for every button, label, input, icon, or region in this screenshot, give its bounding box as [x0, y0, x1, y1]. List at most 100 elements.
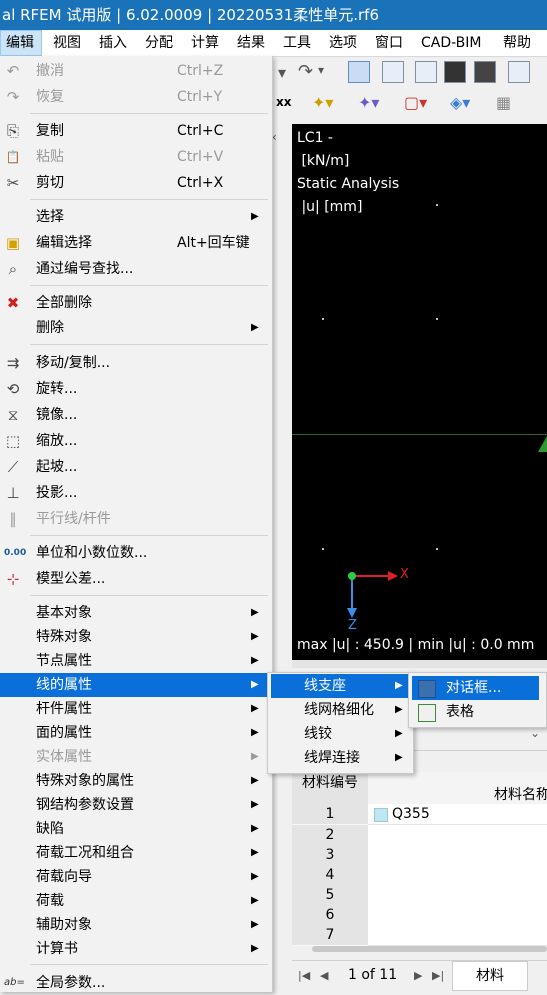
menu-item-basic-objects[interactable]: 基本对象 ▶: [0, 601, 272, 625]
menu-item-label: 特殊对象的属性: [36, 773, 134, 789]
next-page-icon[interactable]: ▶: [414, 969, 422, 982]
report-icon[interactable]: [508, 61, 530, 83]
menu-item-surface-properties[interactable]: 面的属性 ▶: [0, 721, 272, 745]
list-view-icon[interactable]: [348, 61, 370, 83]
table-row[interactable]: [368, 905, 547, 926]
menu-item-line-properties[interactable]: 线的属性 ▶: [0, 673, 272, 697]
row-header[interactable]: 5: [292, 885, 368, 906]
menu-item-edit-selection[interactable]: ▣ 编辑选择 Alt+回车键: [0, 231, 272, 255]
menu-item-special-object-properties[interactable]: 特殊对象的属性 ▶: [0, 769, 272, 793]
menu-item-guide-objects[interactable]: 辅助对象 ▶: [0, 913, 272, 937]
menu-item-paste[interactable]: 📋 粘贴 Ctrl+V: [0, 145, 272, 169]
menu-item-select[interactable]: 选择 ▶: [0, 205, 272, 229]
menu-item-special-objects[interactable]: 特殊对象 ▶: [0, 625, 272, 649]
prev-page-icon[interactable]: ◀: [320, 969, 328, 982]
grid-dot: [322, 548, 324, 550]
menu-item-rotate[interactable]: ⟲ 旋转...: [0, 377, 272, 401]
menu-item-line-welded-joints[interactable]: 线焊连接 ▶: [271, 746, 410, 770]
frame-view-icon[interactable]: ▢▾: [404, 93, 427, 112]
table-row[interactable]: [368, 925, 547, 946]
redo-arrow-icon[interactable]: ↷: [298, 61, 313, 82]
table-row[interactable]: Q355: [368, 804, 547, 825]
menu-item-steel-settings[interactable]: 钢结构参数设置 ▶: [0, 793, 272, 817]
menu-item-line-mesh-refinement[interactable]: 线网格细化 ▶: [271, 698, 410, 722]
menu-item-line-supports[interactable]: 线支座 ▶: [271, 674, 410, 698]
menu-item-loads[interactable]: 荷载 ▶: [0, 889, 272, 913]
model-viewport[interactable]: LC1 - [kN/m] Static Analysis |u| [mm] X …: [292, 124, 547, 660]
menu-item-parallel-lines[interactable]: ∥ 平行线/杆件: [0, 507, 272, 531]
display-view-icon[interactable]: ✦▾: [358, 93, 379, 112]
menu-item-load-cases[interactable]: 荷载工况和组合 ▶: [0, 841, 272, 865]
menu-item-copy[interactable]: ⎘ 复制 Ctrl+C: [0, 119, 272, 143]
menu-item-label: 线的属性: [36, 677, 92, 693]
menu-item-load-wizard[interactable]: 荷载向导 ▶: [0, 865, 272, 889]
menu-item-units[interactable]: 0.00 单位和小数位数...: [0, 541, 272, 565]
table-row[interactable]: [368, 885, 547, 906]
row-header[interactable]: 4: [292, 865, 368, 886]
menu-item-tolerance[interactable]: ⊹ 模型公差...: [0, 567, 272, 591]
menu-item-slope[interactable]: ⟋ 起坡...: [0, 455, 272, 479]
menu-item-projection[interactable]: ⊥ 投影...: [0, 481, 272, 505]
table-view-icon[interactable]: [382, 61, 404, 83]
menu-edit[interactable]: 编辑: [0, 30, 42, 56]
row-header[interactable]: 3: [292, 845, 368, 866]
menu-window[interactable]: 窗口: [375, 30, 403, 56]
menu-item-label: 删除: [36, 320, 64, 336]
menu-item-line-hinges[interactable]: 线铰 ▶: [271, 722, 410, 746]
row-header[interactable]: 1: [292, 804, 368, 825]
tab-materials[interactable]: 材料: [452, 961, 528, 991]
menu-view[interactable]: 视图: [53, 30, 81, 56]
submenu-arrow-icon: ▶: [251, 751, 259, 762]
table-row[interactable]: [368, 865, 547, 886]
row-header[interactable]: 7: [292, 925, 368, 946]
menu-item-dialog[interactable]: 对话框...: [412, 676, 539, 700]
submenu-arrow-icon: ▶: [395, 752, 403, 763]
menu-item-report[interactable]: 计算书 ▶: [0, 937, 272, 961]
table-row[interactable]: [368, 845, 547, 866]
menu-item-undo[interactable]: ↶ 撤消 Ctrl+Z: [0, 59, 272, 83]
menu-item-label: 起坡...: [36, 459, 78, 475]
menu-results[interactable]: 结果: [237, 30, 265, 56]
menu-item-scale[interactable]: ⬚ 缩放...: [0, 429, 272, 453]
menu-item-mirror[interactable]: ⧖ 镜像...: [0, 403, 272, 427]
menu-help[interactable]: 帮助: [503, 30, 531, 56]
menu-item-node-properties[interactable]: 节点属性 ▶: [0, 649, 272, 673]
menu-item-redo[interactable]: ↷ 恢复 Ctrl+Y: [0, 85, 272, 109]
menu-options[interactable]: 选项: [329, 30, 357, 56]
menu-cad-bim[interactable]: CAD-BIM: [421, 30, 482, 56]
menu-calculate[interactable]: 计算: [191, 30, 219, 56]
menu-item-global-params[interactable]: ab= 全局参数...: [0, 971, 272, 995]
script-sc-icon[interactable]: [474, 61, 496, 83]
submenu-arrow-icon: ▶: [251, 703, 259, 714]
menu-insert[interactable]: 插入: [99, 30, 127, 56]
row-header[interactable]: 2: [292, 825, 368, 846]
console-icon[interactable]: [444, 61, 466, 83]
chevron-down-icon[interactable]: ⌄: [530, 726, 540, 740]
horizontal-scrollbar[interactable]: [312, 946, 547, 952]
colored-table-icon[interactable]: [415, 61, 437, 83]
last-page-icon[interactable]: ▶|: [432, 969, 444, 982]
menu-item-member-properties[interactable]: 杆件属性 ▶: [0, 697, 272, 721]
material-color-swatch: [374, 808, 388, 822]
node-view-icon[interactable]: ✦▾: [312, 93, 333, 112]
menu-item-cut[interactable]: ✂ 剪切 Ctrl+X: [0, 171, 272, 195]
undo-arrow-icon[interactable]: ▾: [278, 63, 286, 82]
menu-item-solid-properties[interactable]: 实体属性 ▶: [0, 745, 272, 769]
table-row[interactable]: [368, 825, 547, 846]
menu-item-label: 模型公差...: [36, 571, 106, 587]
menu-item-table[interactable]: 表格: [412, 700, 539, 724]
menu-item-find-by-number[interactable]: ⌕ 通过编号查找...: [0, 257, 272, 281]
box-view-icon[interactable]: ▦: [496, 93, 511, 112]
menu-item-delete-all[interactable]: ✖ 全部删除: [0, 291, 272, 315]
menu-item-delete[interactable]: 删除 ▶: [0, 316, 272, 340]
row-header[interactable]: 6: [292, 905, 368, 926]
panel-splitter[interactable]: [292, 660, 547, 668]
redo-dropdown-icon[interactable]: ▾: [318, 63, 324, 77]
menu-assign[interactable]: 分配: [145, 30, 173, 56]
menu-tools[interactable]: 工具: [283, 30, 311, 56]
numbering-icon[interactable]: xx: [276, 95, 291, 109]
menu-item-imperfections[interactable]: 缺陷 ▶: [0, 817, 272, 841]
menu-item-move-copy[interactable]: ⇉ 移动/复制...: [0, 351, 272, 375]
first-page-icon[interactable]: |◀: [298, 969, 310, 982]
iso-view-icon[interactable]: ◈▾: [450, 93, 470, 112]
